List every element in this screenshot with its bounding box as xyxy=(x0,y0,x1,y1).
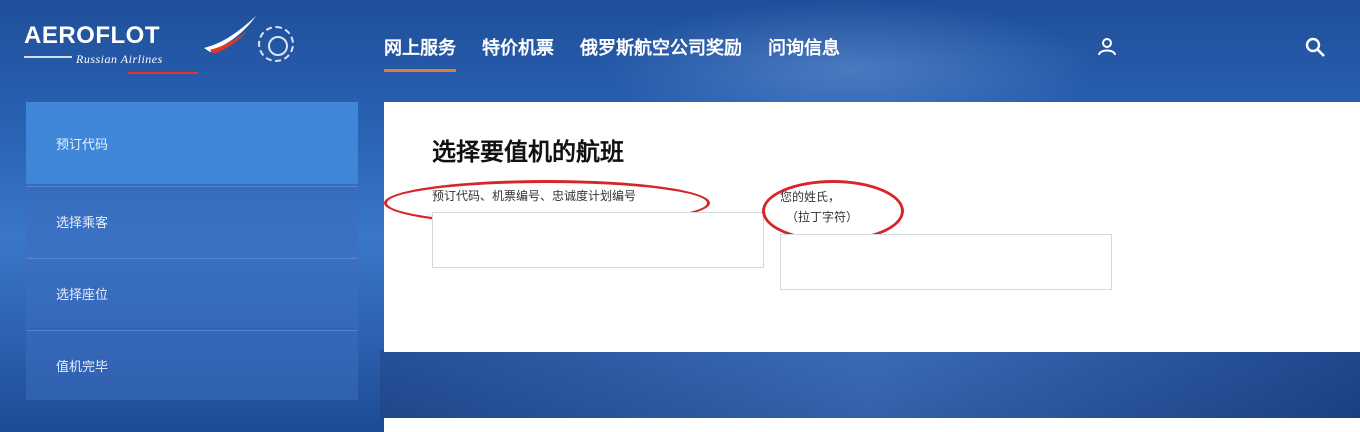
nav-special-fares[interactable]: 特价机票 xyxy=(482,34,554,66)
surname-label-line2: （拉丁字符） xyxy=(786,210,859,224)
step-booking-code[interactable]: 预订代码 xyxy=(26,102,358,184)
user-icon[interactable] xyxy=(1096,36,1118,58)
checkin-steps-sidebar: 预订代码 选择乘客 选择座位 值机完毕 xyxy=(26,102,358,402)
secondary-card xyxy=(384,418,1360,432)
page-title: 选择要值机的航班 xyxy=(432,138,624,166)
nav-aeroflot-bonus[interactable]: 俄罗斯航空公司奖励 xyxy=(580,34,742,66)
surname-label-line1: 您的姓氏， xyxy=(780,190,841,204)
logo-subtitle: Russian Airlines xyxy=(76,52,163,66)
booking-code-label: 预订代码、机票编号、忠诚度计划编号 xyxy=(432,189,637,203)
aeroflot-logo[interactable]: AEROFLOT Russian Airlines xyxy=(24,14,304,84)
surname-input[interactable] xyxy=(780,234,1112,290)
search-icon[interactable] xyxy=(1304,36,1326,58)
wing-icon xyxy=(204,16,256,54)
flight-select-card: 选择要值机的航班 预订代码、机票编号、忠诚度计划编号 您的姓氏， （拉丁字符） xyxy=(384,102,1360,352)
logo-wordmark: AEROFLOT xyxy=(24,22,160,49)
logo-wing-line xyxy=(24,56,72,58)
step-select-passengers[interactable]: 选择乘客 xyxy=(26,186,358,256)
background-band xyxy=(380,350,1360,420)
winged-emblem-icon xyxy=(258,26,294,62)
nav-online-services[interactable]: 网上服务 xyxy=(384,34,456,72)
main-nav: 网上服务 特价机票 俄罗斯航空公司奖励 问询信息 xyxy=(384,34,840,72)
logo-underline xyxy=(128,72,198,74)
step-select-seats[interactable]: 选择座位 xyxy=(26,258,358,328)
surname-label: 您的姓氏， （拉丁字符） xyxy=(780,187,858,227)
booking-code-input[interactable] xyxy=(432,212,764,268)
step-checkin-complete[interactable]: 值机完毕 xyxy=(26,330,358,400)
nav-information[interactable]: 问询信息 xyxy=(768,34,840,66)
header: AEROFLOT Russian Airlines 网上服务 特价机票 俄罗斯航… xyxy=(0,0,1360,100)
